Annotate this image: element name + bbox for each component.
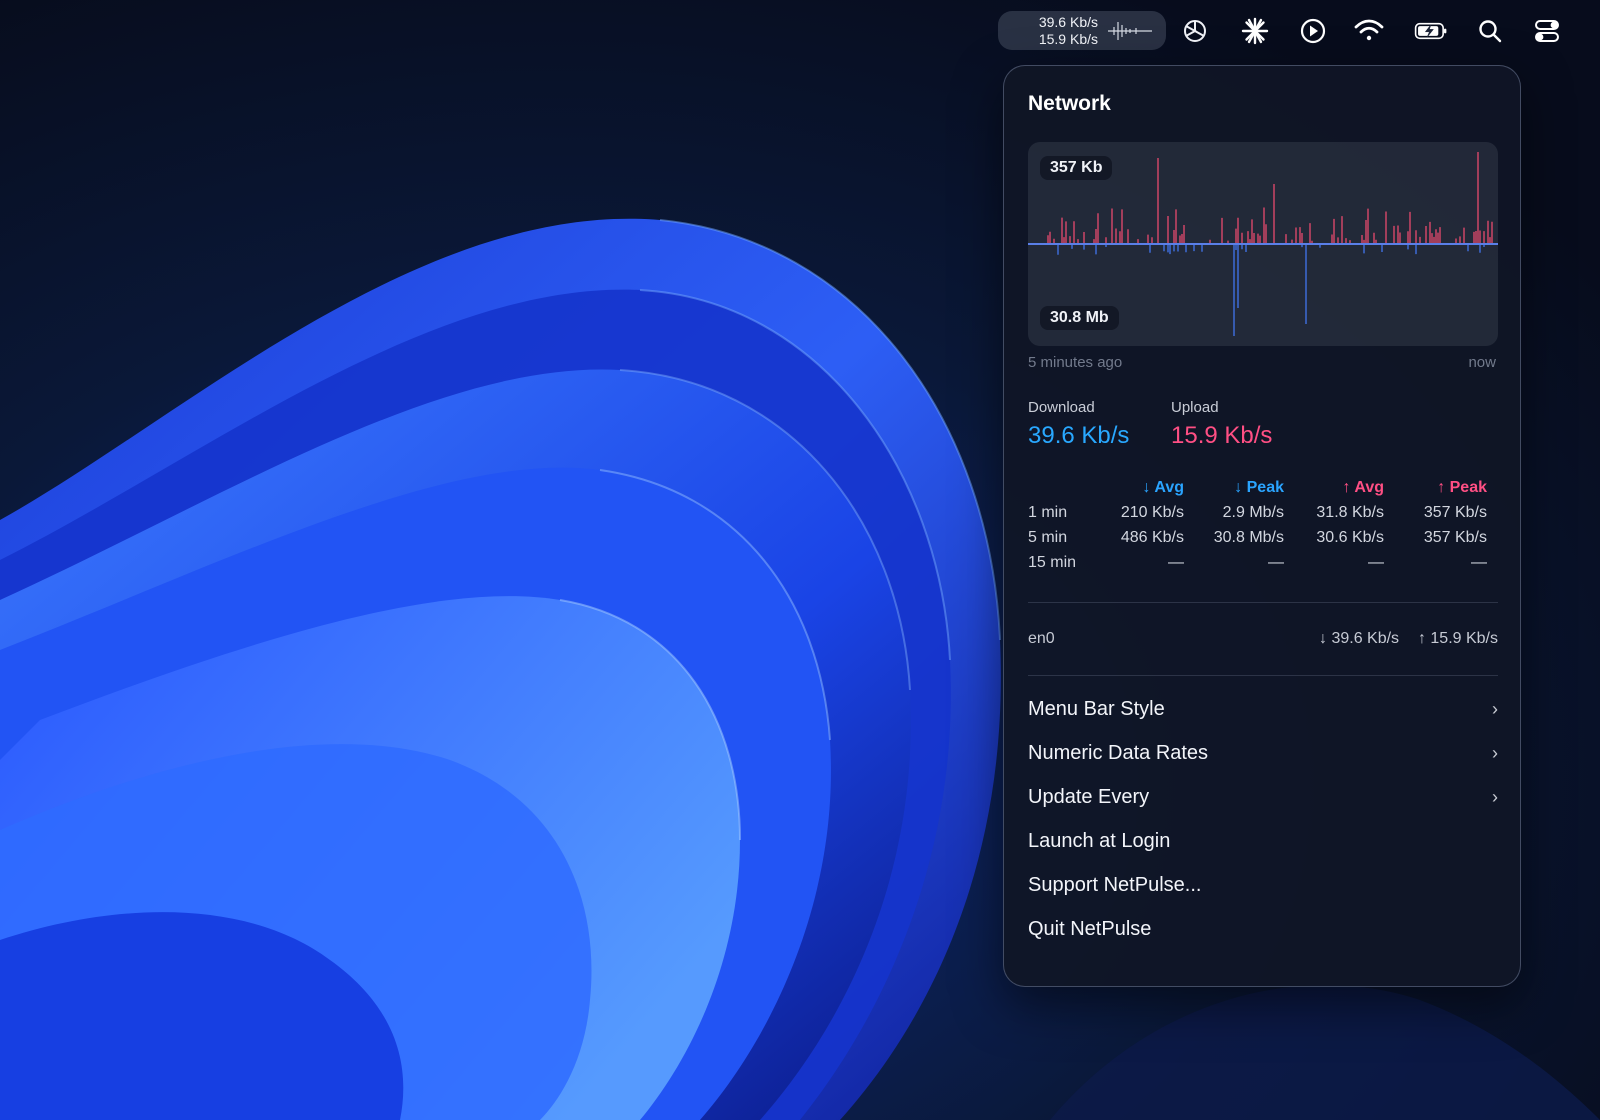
menu-item-quit-netpulse[interactable]: Quit NetPulse — [1028, 914, 1498, 944]
divider — [1028, 602, 1498, 603]
menu-item-label: Update Every — [1028, 785, 1150, 808]
menu-bar: 39.6 Kb/s 15.9 Kb/s — [0, 0, 1600, 62]
chevron-right-icon: › — [1492, 786, 1498, 807]
row-label: 1 min — [1028, 504, 1068, 521]
upload-rate-value: 15.9 Kb/s — [1171, 422, 1273, 449]
menu-item-launch-at-login[interactable]: Launch at Login — [1028, 826, 1498, 856]
cell-up-peak: — — [1471, 554, 1487, 571]
download-rate-value: 39.6 Kb/s — [1028, 422, 1130, 449]
header-up-peak: ↑ Peak — [1437, 479, 1487, 496]
cell-down-peak: — — [1268, 554, 1284, 571]
upload-label: Upload — [1171, 399, 1219, 416]
stats-header-row: ↓ Avg ↓ Peak ↑ Avg ↑ Peak — [1028, 479, 1498, 504]
menubar-upload-rate: 15.9 Kb/s — [1038, 31, 1098, 47]
menu-item-label: Support NetPulse... — [1028, 873, 1202, 896]
cell-down-avg: 210 Kb/s — [1120, 504, 1184, 521]
control-center-icon[interactable] — [1530, 14, 1564, 48]
menu-item-menu-bar-style[interactable]: Menu Bar Style › — [1028, 694, 1498, 724]
menubar-rates: 39.6 Kb/s 15.9 Kb/s — [1034, 14, 1098, 48]
menu-item-label: Quit NetPulse — [1028, 917, 1152, 940]
interface-rates: ↓ 39.6 Kb/s ↑ 15.9 Kb/s — [1319, 630, 1498, 648]
network-history-chart: 357 Kb 30.8 Mb — [1028, 142, 1498, 346]
stats-table: ↓ Avg ↓ Peak ↑ Avg ↑ Peak 1 min 210 Kb/s… — [1028, 479, 1498, 579]
table-row: 1 min 210 Kb/s 2.9 Mb/s 31.8 Kb/s 357 Kb… — [1028, 504, 1498, 529]
menubar-download-rate: 39.6 Kb/s — [1038, 14, 1098, 30]
table-row: 5 min 486 Kb/s 30.8 Mb/s 30.6 Kb/s 357 K… — [1028, 529, 1498, 554]
cell-up-peak: 357 Kb/s — [1423, 529, 1487, 546]
menu-item-label: Numeric Data Rates — [1028, 741, 1209, 764]
netpulse-menubar-widget[interactable]: 39.6 Kb/s 15.9 Kb/s — [998, 11, 1166, 50]
network-popover: Network 357 Kb 30.8 Mb 5 minutes ago now… — [1003, 65, 1521, 987]
cell-down-peak: 30.8 Mb/s — [1213, 529, 1284, 546]
interface-up-rate: ↑ 15.9 Kb/s — [1417, 630, 1498, 647]
chart-time-start: 5 minutes ago — [1028, 354, 1123, 371]
cell-up-avg: 31.8 Kb/s — [1316, 504, 1384, 521]
download-label: Download — [1028, 399, 1095, 416]
cell-up-avg: — — [1368, 554, 1384, 571]
menu-item-update-every[interactable]: Update Every › — [1028, 782, 1498, 812]
chevron-right-icon: › — [1492, 742, 1498, 763]
netpulse-sparkline-icon — [1108, 22, 1152, 40]
menu-item-numeric-data-rates[interactable]: Numeric Data Rates › — [1028, 738, 1498, 768]
chart-time-end: now — [1468, 354, 1496, 371]
interface-down-rate: ↓ 39.6 Kb/s — [1319, 630, 1400, 647]
row-label: 15 min — [1028, 554, 1077, 571]
menu-item-support-netpulse[interactable]: Support NetPulse... — [1028, 870, 1498, 900]
header-up-avg: ↑ Avg — [1342, 479, 1384, 496]
cell-down-avg: — — [1168, 554, 1184, 571]
search-icon[interactable] — [1473, 14, 1507, 48]
battery-charging-icon[interactable] — [1414, 14, 1448, 48]
wifi-icon[interactable] — [1352, 14, 1386, 48]
download-rate-block: Download 39.6 Kb/s — [1028, 399, 1129, 450]
cell-down-avg: 486 Kb/s — [1120, 529, 1184, 546]
upload-rate-block: Upload 15.9 Kb/s — [1171, 399, 1272, 450]
cell-up-avg: 30.6 Kb/s — [1316, 529, 1384, 546]
cell-up-peak: 357 Kb/s — [1423, 504, 1487, 521]
popover-title: Network — [1028, 92, 1111, 115]
chevron-right-icon: › — [1492, 698, 1498, 719]
play-icon[interactable] — [1296, 14, 1330, 48]
divider — [1028, 675, 1498, 676]
menu-item-label: Launch at Login — [1028, 829, 1171, 852]
row-label: 5 min — [1028, 529, 1068, 546]
chart-upload-peak-label: 357 Kb — [1040, 156, 1113, 180]
chart-download-peak-label: 30.8 Mb — [1040, 306, 1119, 330]
header-down-peak: ↓ Peak — [1234, 479, 1284, 496]
table-row: 15 min — — — — — [1028, 554, 1498, 579]
cell-down-peak: 2.9 Mb/s — [1222, 504, 1284, 521]
interface-row: en0 ↓ 39.6 Kb/s ↑ 15.9 Kb/s — [1028, 630, 1498, 648]
menu-item-label: Menu Bar Style — [1028, 697, 1165, 720]
claude-icon[interactable] — [1238, 14, 1272, 48]
header-down-avg: ↓ Avg — [1142, 479, 1184, 496]
chatgpt-icon[interactable] — [1178, 14, 1212, 48]
interface-name: en0 — [1028, 630, 1055, 647]
